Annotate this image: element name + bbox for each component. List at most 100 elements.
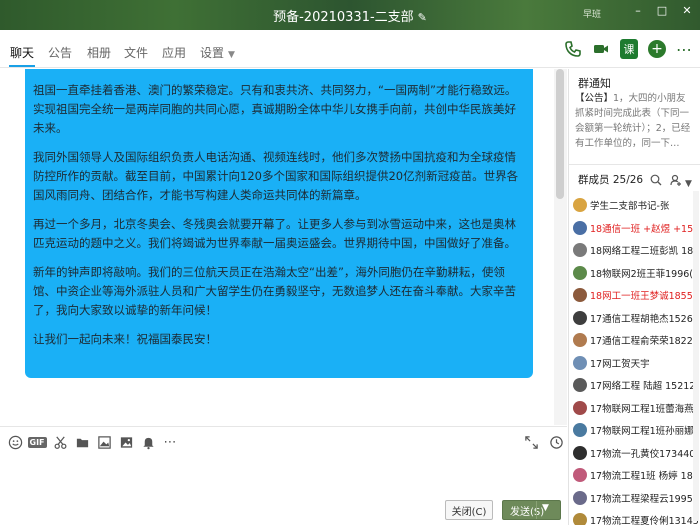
panel-divider [569,164,700,165]
tab-settings[interactable]: 设置 ▼ [200,44,235,61]
right-panel: 群通知 【公告】1，大四的小朋友抓紧时间完成此表（下同一会额第一轮统计）；2，已… [568,69,700,525]
member-row[interactable]: 18网络工程二班彭凯 18 [573,241,699,259]
message-paragraph: 再过一个多月，北京冬奥会、冬残奥会就要开幕了。让更多人参与到冰雪运动中来，这也是… [33,217,516,250]
member-name: 学生二支部书记-张 [590,201,670,212]
avatar[interactable] [573,513,587,525]
avatar[interactable] [573,445,587,460]
avatar[interactable] [573,310,587,325]
chevron-down-icon[interactable]: ▼ [685,171,699,189]
send-button[interactable]: 发送(S) [502,500,561,520]
message-bubble[interactable]: 祖国一直牵挂着香港、澳门的繁荣稳定。只有和衷共济、共同努力，“一国两制”才能行稳… [25,69,533,378]
member-name: 17通信工程胡艳杰15265( [590,313,699,325]
tab-chat[interactable]: 聊天 [10,44,34,61]
avatar[interactable] [573,355,587,370]
user-label: 早班 [583,10,602,20]
member-row[interactable]: 18网工一班王梦诚18551 [573,286,699,304]
avatar[interactable] [573,220,587,235]
member-name: 18物联网2班王菲1996( [590,268,694,280]
minimize-icon[interactable]: – [631,4,645,17]
avatar[interactable] [573,378,587,392]
image-icon[interactable] [96,434,112,450]
member-row[interactable]: 17物联网工程1班孙丽娜18 [573,421,699,439]
add-icon[interactable]: + [647,39,667,59]
video-icon[interactable] [591,39,611,59]
member-row[interactable]: 17通信工程胡艳杰15265( [573,309,699,327]
gif-label: GIF [27,436,47,448]
edit-icon[interactable]: ✎ [418,11,427,24]
chevron-down-icon: ▼ [228,50,235,60]
scissors-icon[interactable] [52,434,68,450]
gif-icon[interactable]: GIF [27,434,47,450]
send-separator [536,501,537,519]
member-name: 17网工贺天宇 [590,358,650,370]
emoji-icon[interactable] [7,434,23,450]
close-icon[interactable]: ✕ [680,4,694,17]
member-row[interactable]: 17物流一孔黄佼173440 [573,444,699,462]
more-dots-icon[interactable]: ⋯ [162,434,178,450]
bell-icon[interactable] [140,434,156,450]
send-button-label: 发送(S) [510,506,545,518]
search-icon[interactable] [650,171,664,186]
message-paragraph: 我同外国领导人及国际组织负责人电话沟通、视频连线时，他们多次赞扬中国抗疫和为全球… [33,150,519,202]
member-name: 18网工一班王梦诚18551 [590,291,699,302]
member-row[interactable]: 17物流工程1班 杨婷 185 [573,466,699,484]
maximize-icon[interactable]: □ [655,4,669,17]
avatar[interactable] [573,243,587,257]
input-toolbar: GIF ⋯ [0,426,567,456]
avatar[interactable] [573,490,587,505]
tab-notice[interactable]: 公告 [48,44,72,61]
send-options-chevron-icon[interactable]: ▼ [542,503,549,513]
tab-album[interactable]: 相册 [87,44,111,61]
avatar[interactable] [573,423,587,437]
member-name: 17物联网工程1班蕾海燕15 [590,403,699,415]
close-button[interactable]: 关闭(C) [445,500,493,520]
member-row[interactable]: 17通信工程俞荣荣18226 [573,331,699,349]
avatar[interactable] [573,288,587,302]
member-row[interactable]: 学生二支部书记-张 [573,196,699,214]
member-row[interactable]: 17网络工程 陆超 152120 [573,376,699,394]
message-paragraph: 让我们一起向未来！祝福国泰民安！ [33,332,217,346]
group-notice-title[interactable]: 群通知 [578,75,611,91]
message-paragraph: 祖国一直牵挂着香港、澳门的繁荣稳定。只有和衷共济、共同努力，“一国两制”才能行稳… [33,83,517,135]
member-row[interactable]: 18物联网2班王菲1996( [573,264,699,282]
member-name: 17网络工程 陆超 152120 [590,381,699,392]
avatar[interactable] [573,333,587,347]
member-name: 17物流一孔黄佼173440 [590,448,696,460]
history-icon[interactable] [548,434,564,450]
picture-icon[interactable] [118,434,134,450]
avatar[interactable] [573,468,587,482]
folder-icon[interactable] [74,434,90,450]
window-title[interactable]: 预备-20210331-二支部 [273,10,414,25]
more-label: ⋯ [676,39,692,59]
chat-area[interactable]: 祖国一直牵挂着香港、澳门的繁荣稳定。只有和衷共济、共同努力，“一国两制”才能行稳… [0,69,567,425]
member-row[interactable]: 18通信一班 +赵煜 +1581 [573,219,699,237]
active-tab-indicator [9,65,35,67]
message-paragraph: 新年的钟声即将敲响。我们的三位航天员正在浩瀚太空“出差”，海外同胞仍在辛勤耕耘，… [33,265,516,317]
tab-files[interactable]: 文件 [124,44,148,61]
avatar[interactable] [573,265,587,280]
message-input[interactable] [0,456,567,496]
phone-icon[interactable] [563,39,583,59]
tab-bar: 聊天 公告 相册 文件 应用 设置 ▼ 课 + ⋯ [0,30,700,68]
add-member-icon[interactable] [670,171,684,186]
member-row[interactable]: 17物联网工程1班蕾海燕15 [573,399,699,417]
more-icon[interactable]: ⋯ [674,39,694,59]
member-name: 17通信工程俞荣荣18226 [590,336,699,347]
chat-scrollbar-thumb[interactable] [556,69,564,199]
avatar[interactable] [573,198,587,212]
member-name: 17物流工程夏伶俐13145 [590,516,699,525]
expand-icon[interactable] [523,434,539,450]
avatar[interactable] [573,400,587,415]
add-label: + [648,40,666,58]
members-scrollbar[interactable] [693,191,699,521]
class-icon[interactable]: 课 [619,39,639,59]
member-name: 17物流工程1班 杨婷 185 [590,471,699,482]
member-row[interactable]: 17物流工程夏伶俐13145 [573,511,699,525]
member-name: 18网络工程二班彭凯 18 [590,246,694,257]
members-title: 群成员 25/26 [578,174,644,186]
member-row[interactable]: 17物流工程梁程云19956 [573,489,699,507]
title-bar: 预备-20210331-二支部 ✎ 早班 – □ ✕ [0,0,700,30]
member-row[interactable]: 17网工贺天宇 [573,354,699,372]
group-notice-body[interactable]: 【公告】1，大四的小朋友抓紧时间完成此表（下同一会额第一轮统计）；2，已经有工作… [575,91,693,151]
tab-apps[interactable]: 应用 [162,44,186,61]
